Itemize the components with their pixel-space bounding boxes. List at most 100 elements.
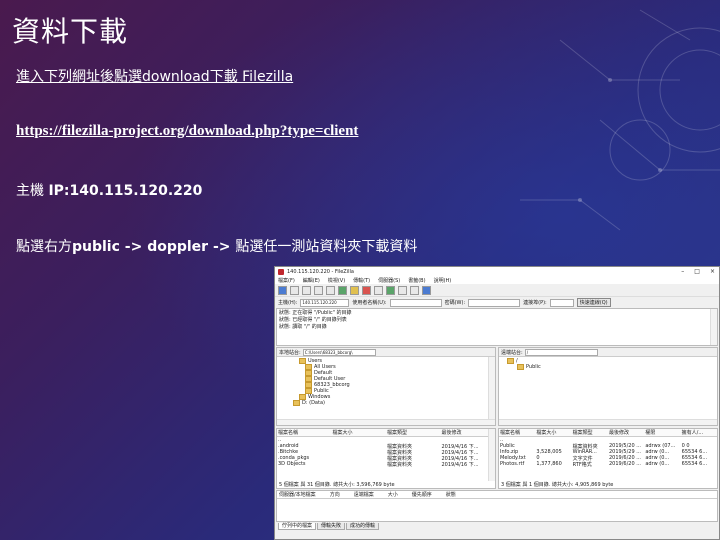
host-input[interactable]: 140.115.120.220	[300, 298, 350, 307]
refresh-icon[interactable]	[338, 285, 347, 295]
navigation-instruction-c: 點選任一測站資料夾下載資料	[235, 239, 418, 255]
filezilla-titlebar: 140.115.120.220 - FileZilla – □ ×	[275, 267, 719, 276]
filter-icon[interactable]	[398, 285, 407, 295]
column-header[interactable]: 最後修改	[441, 429, 496, 436]
port-input[interactable]	[549, 298, 574, 307]
toggle-remote-tree-icon[interactable]	[314, 285, 323, 295]
host-ip-line: 主機 IP:140.115.120.220	[16, 180, 202, 200]
minimize-icon[interactable]: –	[681, 268, 684, 275]
column-header[interactable]: 優先順序	[412, 491, 432, 498]
queue-tabs: 佇列中的檔案 傳輸失敗 成功的傳輸	[275, 522, 719, 530]
directory-panes: 本地站台: C:\Users\68323_bbcorg\ Users All U…	[275, 346, 719, 427]
port-label: 連接埠(P):	[523, 300, 547, 306]
remote-file-list: 檔案名稱 檔案大小 檔案類型 最後修改 權限 擁有人/... .. Public…	[499, 429, 717, 481]
tree-item[interactable]: Public	[501, 364, 715, 370]
close-icon[interactable]: ×	[710, 268, 715, 275]
column-header[interactable]: 遠端檔案	[354, 491, 374, 498]
local-file-list: 檔案名稱 檔案大小 檔案類型 最後修改 .. .android 檔案資料夾 2019…	[277, 429, 495, 481]
column-header[interactable]: 檔案名稱	[277, 429, 332, 436]
menu-file[interactable]: 檔案(F)	[278, 277, 295, 284]
menu-bookmarks[interactable]: 書籤(B)	[408, 277, 425, 284]
remote-path-bar: 遠端站台: /	[499, 348, 717, 357]
log-scrollbar[interactable]	[710, 309, 717, 345]
column-header[interactable]: 檔案大小	[535, 429, 571, 436]
cancel-icon[interactable]	[362, 285, 371, 295]
tree-item[interactable]: D: (Data)	[279, 400, 493, 406]
column-header[interactable]: 狀態	[446, 491, 456, 498]
maximize-icon[interactable]: □	[694, 268, 700, 275]
remote-site-label: 遠端站台:	[501, 349, 523, 356]
username-input[interactable]	[389, 298, 442, 307]
menu-edit[interactable]: 編輯(E)	[303, 277, 320, 284]
disconnect-icon[interactable]	[374, 285, 383, 295]
local-list-header: 檔案名稱 檔案大小 檔案類型 最後修改	[277, 429, 495, 437]
column-header[interactable]: 大小	[388, 491, 398, 498]
menu-transfer[interactable]: 傳輸(T)	[353, 277, 370, 284]
toggle-local-tree-icon[interactable]	[302, 285, 311, 295]
local-tree-hscrollbar[interactable]	[277, 419, 495, 425]
navigation-instruction-a: 點選右方	[16, 239, 72, 255]
remote-list-header: 檔案名稱 檔案大小 檔案類型 最後修改 權限 擁有人/...	[499, 429, 717, 437]
tab-failed-transfers[interactable]: 傳輸失敗	[317, 523, 346, 530]
log-line: 狀態: 已經取得 "/" 的目錄列表	[279, 317, 347, 323]
toggle-queue-icon[interactable]	[326, 285, 335, 295]
column-header[interactable]: 檔案類型	[572, 429, 608, 436]
local-path-bar: 本地站台: C:\Users\68323_bbcorg\	[277, 348, 495, 357]
menu-server[interactable]: 伺服器(S)	[378, 277, 400, 284]
remote-path-input[interactable]: /	[524, 348, 598, 356]
column-header[interactable]: 方向	[330, 491, 340, 498]
download-instruction-link[interactable]: 進入下列網址後點選download下載 Filezilla	[16, 69, 293, 85]
slide-title: 資料下載	[12, 15, 129, 48]
navigation-instruction-path: public -> doppler ->	[72, 239, 236, 255]
transfer-queue: 伺服器/本地檔案 方向 遠端檔案 大小 優先順序 狀態	[276, 490, 718, 522]
column-header[interactable]: 檔案大小	[332, 429, 387, 436]
local-path-input[interactable]: C:\Users\68323_bbcorg\	[302, 348, 376, 356]
process-queue-icon[interactable]	[350, 285, 359, 295]
table-row[interactable]: Photos.rtf 1,377,860 RTF格式 2019/6/20 ... adr…	[499, 461, 717, 468]
host-label: 主機(H):	[278, 300, 298, 306]
compare-icon[interactable]	[410, 285, 419, 295]
filezilla-app-icon	[278, 268, 284, 275]
local-tree-scrollbar[interactable]	[488, 357, 495, 419]
filezilla-title: 140.115.120.220 - FileZilla	[287, 268, 354, 275]
folder-icon	[517, 364, 524, 370]
column-header[interactable]: 檔案名稱	[499, 429, 535, 436]
local-site-label: 本地站台:	[279, 349, 301, 356]
table-row[interactable]: 3D Objects 檔案資料夾 2019/4/16 下...	[277, 461, 495, 468]
search-icon[interactable]	[422, 285, 431, 295]
menu-view[interactable]: 檢視(V)	[328, 277, 345, 284]
pass-label: 密碼(W):	[444, 300, 466, 306]
local-tree-pane: 本地站台: C:\Users\68323_bbcorg\ Users All U…	[276, 347, 496, 426]
download-instruction: 進入下列網址後點選download下載 Filezilla	[16, 66, 293, 86]
local-tree: Users All Users Default Default User 683…	[277, 357, 495, 419]
menu-help[interactable]: 說明(H)	[434, 277, 452, 284]
site-manager-icon[interactable]	[278, 285, 287, 295]
column-header[interactable]: 權限	[644, 429, 680, 436]
file-list-panes: 檔案名稱 檔案大小 檔案類型 最後修改 .. .android 檔案資料夾 2019…	[275, 427, 719, 490]
queue-header: 伺服器/本地檔案 方向 遠端檔案 大小 優先順序 狀態	[277, 491, 717, 499]
filezilla-url: https://filezilla-project.org/download.p…	[16, 123, 358, 140]
reconnect-icon[interactable]	[386, 285, 395, 295]
user-label: 使用者名稱(U):	[352, 300, 387, 306]
filezilla-url-link[interactable]: https://filezilla-project.org/download.p…	[16, 123, 358, 139]
column-header[interactable]: 最後修改	[608, 429, 644, 436]
quickconnect-button[interactable]: 快速連線(Q)	[576, 298, 611, 307]
navigation-instruction: 點選右方public -> doppler -> 點選任一測站資料夾下載資料	[16, 236, 417, 256]
tab-queued-files[interactable]: 佇列中的檔案	[278, 523, 317, 530]
column-header[interactable]: 伺服器/本地檔案	[279, 491, 316, 498]
host-ip-value: IP:140.115.120.220	[48, 183, 203, 199]
column-header[interactable]: 檔案類型	[386, 429, 441, 436]
host-ip-prefix: 主機	[16, 183, 49, 199]
toggle-log-icon[interactable]	[290, 285, 299, 295]
remote-tree: / Public	[499, 357, 717, 419]
password-input[interactable]	[468, 298, 521, 307]
local-list-scrollbar[interactable]	[488, 429, 495, 481]
local-file-pane: 檔案名稱 檔案大小 檔案類型 最後修改 .. .android 檔案資料夾 2019…	[276, 428, 496, 489]
tab-successful-transfers[interactable]: 成功的傳輸	[346, 523, 380, 530]
quickconnect-bar: 主機(H): 140.115.120.220 使用者名稱(U): 密碼(W): …	[275, 297, 719, 308]
column-header[interactable]: 擁有人/...	[681, 429, 717, 436]
remote-tree-hscrollbar[interactable]	[499, 419, 717, 425]
local-status: 5 個檔案 與 31 個目錄. 總共大小: 3,596,769 byte	[279, 482, 395, 488]
menu-bar: 檔案(F) 編輯(E) 檢視(V) 傳輸(T) 伺服器(S) 書籤(B) 說明(…	[275, 276, 719, 284]
folder-icon	[507, 358, 514, 364]
